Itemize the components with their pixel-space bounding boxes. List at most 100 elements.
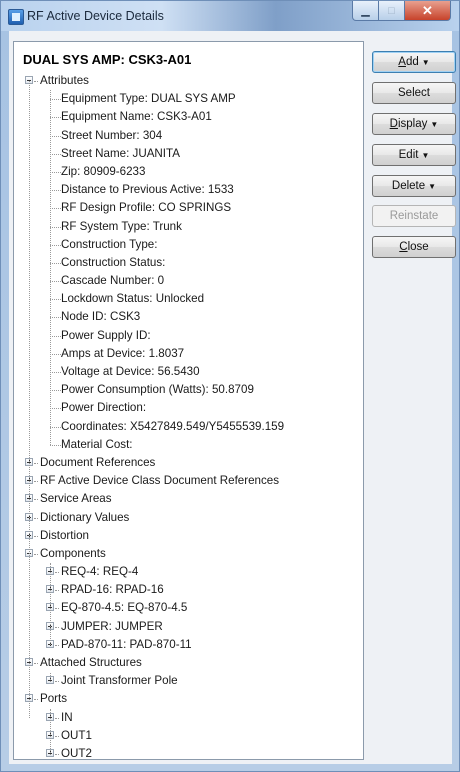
tree-leaf[interactable]: RF Design Profile: CO SPRINGS	[14, 199, 363, 217]
tree-item-label: Power Consumption (Watts): 50.8709	[61, 383, 254, 397]
tree-connector	[34, 517, 38, 519]
tree-leaf[interactable]: Street Name: JUANITA	[14, 145, 363, 163]
tree-child-node[interactable]: OUT1	[14, 727, 363, 745]
tree-leaf[interactable]: Voltage at Device: 56.5430	[14, 363, 363, 381]
tree-leaf[interactable]: Distance to Previous Active: 1533	[14, 181, 363, 199]
tree-connector	[50, 190, 61, 192]
tree-connector	[50, 262, 61, 264]
dropdown-arrow-icon: ▼	[421, 58, 430, 67]
tree-item-label: Material Cost:	[61, 437, 133, 451]
tree-leaf[interactable]: Coordinates: X5427849.549/Y5455539.159	[14, 418, 363, 436]
tree-connector	[50, 117, 61, 119]
tree-node[interactable]: RF Active Device Class Document Referenc…	[14, 472, 363, 490]
window-title: RF Active Device Details	[27, 9, 164, 23]
tree-connector	[55, 735, 59, 737]
tree-child-node[interactable]: JUMPER: JUMPER	[14, 618, 363, 636]
tree-item-label: Coordinates: X5427849.549/Y5455539.159	[61, 419, 285, 433]
tree-guide-line	[50, 90, 51, 446]
tree-leaf[interactable]: Equipment Type: DUAL SYS AMP	[14, 90, 363, 108]
tree-connector	[50, 281, 61, 283]
rf-active-device-details-window: RF Active Device Details ▁ □ ✕ DUAL SYS …	[0, 0, 460, 772]
tree-item-label: Power Supply ID:	[61, 328, 151, 342]
tree-item-label: Equipment Name: CSK3-A01	[61, 110, 212, 124]
tree-item-label: Street Name: JUANITA	[61, 146, 180, 160]
tree-leaf[interactable]: Power Supply ID:	[14, 327, 363, 345]
tree-node[interactable]: Ports	[14, 690, 363, 708]
tree-item-label: Equipment Type: DUAL SYS AMP	[61, 92, 236, 106]
tree-guide-line	[29, 81, 30, 718]
close-button[interactable]: Close	[372, 236, 456, 258]
tree-node[interactable]: Service Areas	[14, 490, 363, 508]
tree-connector	[50, 244, 61, 246]
tree-leaf[interactable]: Construction Status:	[14, 254, 363, 272]
tree-leaf[interactable]: Material Cost:	[14, 436, 363, 454]
tree-connector	[50, 135, 61, 137]
tree-child-node[interactable]: OUT2	[14, 745, 363, 759]
tree-child-node[interactable]: RPAD-16: RPAD-16	[14, 581, 363, 599]
add-button[interactable]: Add ▼	[372, 51, 456, 73]
tree-leaf[interactable]: Zip: 80909-6233	[14, 163, 363, 181]
tree-node[interactable]: Attributes	[14, 72, 363, 90]
device-tree[interactable]: Attributes Equipment Type: DUAL SYS AMP Eq…	[14, 72, 363, 759]
tree-connector	[55, 626, 59, 628]
button-label: Select	[398, 87, 430, 99]
tree-item-label: PAD-870-11: PAD-870-11	[61, 637, 192, 651]
tree-item-label: RF System Type: Trunk	[61, 219, 182, 233]
tree-connector	[50, 99, 61, 101]
close-window-button[interactable]: ✕	[405, 1, 451, 21]
tree-item-label: Distortion	[40, 528, 89, 542]
tree-leaf[interactable]: Cascade Number: 0	[14, 272, 363, 290]
tree-item-label: IN	[61, 710, 73, 724]
tree-leaf[interactable]: Power Direction:	[14, 399, 363, 417]
tree-node[interactable]: Components	[14, 545, 363, 563]
tree-leaf[interactable]: Street Number: 304	[14, 127, 363, 145]
tree-connector	[55, 608, 59, 610]
tree-item-label: RF Active Device Class Document Referenc…	[40, 474, 280, 488]
tree-connector	[50, 153, 61, 155]
tree-leaf[interactable]: Power Consumption (Watts): 50.8709	[14, 381, 363, 399]
delete-button[interactable]: Delete ▼	[372, 175, 456, 197]
tree-leaf[interactable]: Node ID: CSK3	[14, 308, 363, 326]
tree-child-node[interactable]: REQ-4: REQ-4	[14, 563, 363, 581]
window-controls: ▁ □ ✕	[352, 1, 451, 21]
tree-leaf[interactable]: Lockdown Status: Unlocked	[14, 290, 363, 308]
tree-child-node[interactable]: PAD-870-11: PAD-870-11	[14, 636, 363, 654]
tree-guide-line	[50, 709, 51, 755]
button-label: Close	[399, 241, 429, 253]
button-label: Display	[389, 118, 428, 130]
close-icon: ✕	[422, 2, 433, 18]
tree-connector	[34, 81, 38, 82]
tree-child-node[interactable]: EQ-870-4.5: EQ-870-4.5	[14, 599, 363, 617]
select-button[interactable]: Select	[372, 82, 456, 104]
tree-leaf[interactable]: Construction Type:	[14, 236, 363, 254]
tree-item-label: Components	[40, 546, 106, 560]
tree-item-label: Zip: 80909-6233	[61, 164, 146, 178]
tree-connector	[50, 444, 61, 446]
device-tree-panel[interactable]: DUAL SYS AMP: CSK3-A01 Attributes Equipme…	[13, 41, 364, 760]
tree-item-label: Construction Type:	[61, 237, 158, 251]
tree-child-node[interactable]: IN	[14, 709, 363, 727]
tree-connector	[50, 299, 61, 301]
tree-item-label: Node ID: CSK3	[61, 310, 141, 324]
button-label: Reinstate	[389, 210, 439, 222]
tree-child-node[interactable]: Joint Transformer Pole	[14, 672, 363, 690]
tree-node[interactable]: Document References	[14, 454, 363, 472]
tree-node[interactable]: Distortion	[14, 527, 363, 545]
tree-connector	[55, 572, 59, 574]
maximize-button: □	[379, 1, 405, 21]
tree-item-label: OUT1	[61, 728, 92, 742]
tree-leaf[interactable]: RF System Type: Trunk	[14, 218, 363, 236]
title-bar[interactable]: RF Active Device Details ▁ □ ✕	[1, 1, 459, 31]
tree-node[interactable]: Attached Structures	[14, 654, 363, 672]
tree-connector	[50, 208, 61, 210]
tree-leaf[interactable]: Equipment Name: CSK3-A01	[14, 108, 363, 126]
minimize-button[interactable]: ▁	[352, 1, 379, 21]
display-button[interactable]: Display ▼	[372, 113, 456, 135]
tree-guide-line	[50, 563, 51, 646]
tree-connector	[50, 390, 61, 392]
tree-leaf[interactable]: Amps at Device: 1.8037	[14, 345, 363, 363]
tree-connector	[55, 681, 59, 683]
tree-item-label: Cascade Number: 0	[61, 274, 165, 288]
edit-button[interactable]: Edit ▼	[372, 144, 456, 166]
tree-node[interactable]: Dictionary Values	[14, 509, 363, 527]
